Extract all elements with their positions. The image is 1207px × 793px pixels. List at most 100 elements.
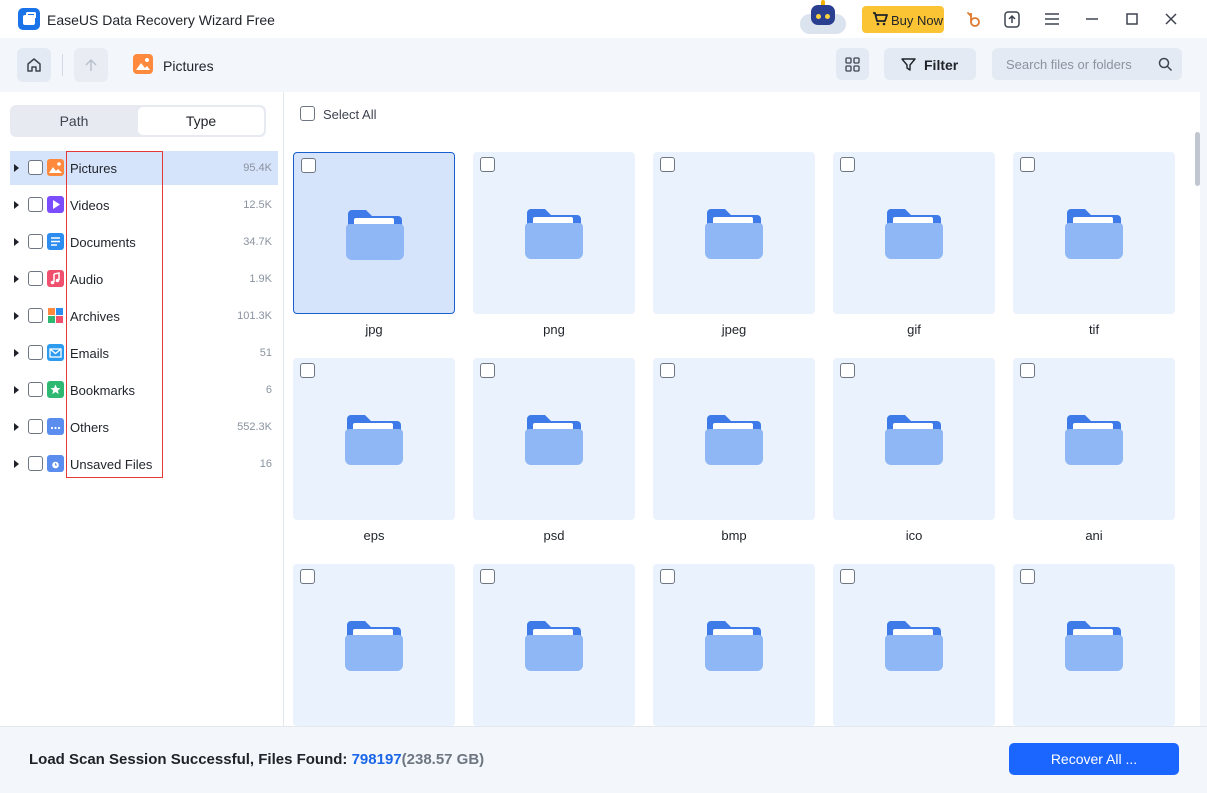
expand-caret-icon[interactable] <box>14 386 19 394</box>
folder-icon <box>1063 411 1125 467</box>
folder-icon <box>883 617 945 673</box>
file-type-tile[interactable] <box>293 358 455 520</box>
category-checkbox[interactable] <box>28 197 43 212</box>
sidebar-item-unsaved-files[interactable]: Unsaved Files 16 <box>10 447 278 481</box>
close-icon[interactable] <box>1160 8 1182 30</box>
file-type-tile[interactable] <box>833 152 995 314</box>
file-type-tile[interactable] <box>1013 152 1175 314</box>
tile-checkbox[interactable] <box>840 157 855 172</box>
tile-checkbox[interactable] <box>480 363 495 378</box>
category-checkbox[interactable] <box>28 234 43 249</box>
tab-type[interactable]: Type <box>138 107 264 135</box>
file-type-tile[interactable] <box>473 152 635 314</box>
tile-checkbox[interactable] <box>840 569 855 584</box>
sidebar-item-count: 1.9K <box>249 273 272 285</box>
expand-caret-icon[interactable] <box>14 423 19 431</box>
category-checkbox[interactable] <box>28 419 43 434</box>
view-toggle-button[interactable] <box>836 48 869 80</box>
tile-checkbox[interactable] <box>1020 157 1035 172</box>
minimize-icon[interactable] <box>1081 8 1103 30</box>
sidebar-item-videos[interactable]: Videos 12.5K <box>10 188 278 222</box>
sidebar-item-pictures[interactable]: Pictures 95.4K <box>10 151 278 185</box>
tab-path[interactable]: Path <box>12 107 136 135</box>
category-checkbox[interactable] <box>28 271 43 286</box>
folder-icon <box>703 617 765 673</box>
documents-icon <box>47 233 64 250</box>
category-checkbox[interactable] <box>28 456 43 471</box>
maximize-icon[interactable] <box>1121 8 1143 30</box>
file-type-tile[interactable] <box>1013 358 1175 520</box>
upload-icon[interactable] <box>1001 8 1023 30</box>
file-type-tile[interactable] <box>653 564 815 726</box>
view-mode-tabs: Path Type <box>10 105 266 137</box>
file-type-tile[interactable] <box>833 358 995 520</box>
feedback-icon[interactable] <box>962 8 984 30</box>
ai-assistant-icon[interactable] <box>800 0 846 34</box>
tile-checkbox[interactable] <box>660 157 675 172</box>
file-type-tile[interactable] <box>1013 564 1175 726</box>
sidebar-item-audio[interactable]: Audio 1.9K <box>10 262 278 296</box>
expand-caret-icon[interactable] <box>14 164 19 172</box>
sidebar-item-count: 16 <box>259 458 272 470</box>
tile-checkbox[interactable] <box>301 158 316 173</box>
breadcrumb[interactable]: Pictures <box>163 58 214 74</box>
folder-icon <box>1063 617 1125 673</box>
tile-checkbox[interactable] <box>660 569 675 584</box>
tile-checkbox[interactable] <box>480 569 495 584</box>
category-checkbox[interactable] <box>28 345 43 360</box>
buy-now-label: Buy Now <box>891 13 944 28</box>
file-type-tile[interactable] <box>653 152 815 314</box>
tile-checkbox[interactable] <box>1020 569 1035 584</box>
expand-caret-icon[interactable] <box>14 275 19 283</box>
sidebar-item-count: 34.7K <box>243 236 272 248</box>
sidebar-item-label: Emails <box>70 346 110 361</box>
file-type-label: jpeg <box>721 322 747 337</box>
file-type-tile[interactable] <box>653 358 815 520</box>
others-icon <box>47 418 64 435</box>
tile-checkbox[interactable] <box>480 157 495 172</box>
file-type-tile[interactable] <box>293 564 455 726</box>
category-checkbox[interactable] <box>28 382 43 397</box>
up-button[interactable] <box>74 48 108 82</box>
tile-checkbox[interactable] <box>1020 363 1035 378</box>
menu-icon[interactable] <box>1041 8 1063 30</box>
folder-icon <box>703 411 765 467</box>
filter-button[interactable]: Filter <box>884 48 976 80</box>
home-button[interactable] <box>17 48 51 82</box>
select-all-label: Select All <box>323 107 377 122</box>
buy-now-button[interactable]: Buy Now <box>862 6 944 33</box>
file-type-tile[interactable] <box>473 358 635 520</box>
expand-caret-icon[interactable] <box>14 238 19 246</box>
sidebar-item-others[interactable]: Others 552.3K <box>10 410 278 444</box>
recover-all-button[interactable]: Recover All ... <box>1009 743 1179 775</box>
sidebar-item-count: 101.3K <box>237 310 272 322</box>
tile-checkbox[interactable] <box>660 363 675 378</box>
scrollbar-track[interactable] <box>1200 92 1207 726</box>
category-checkbox[interactable] <box>28 160 43 175</box>
sidebar-item-archives[interactable]: Archives 101.3K <box>10 299 278 333</box>
sidebar-item-label: Unsaved Files <box>70 457 153 472</box>
tile-checkbox[interactable] <box>840 363 855 378</box>
select-all-checkbox[interactable] <box>300 106 315 121</box>
expand-caret-icon[interactable] <box>14 460 19 468</box>
arrow-up-icon <box>85 58 97 71</box>
file-type-tile[interactable] <box>833 564 995 726</box>
expand-caret-icon[interactable] <box>14 349 19 357</box>
folder-icon <box>344 206 406 262</box>
file-type-tile[interactable] <box>293 152 455 314</box>
category-checkbox[interactable] <box>28 308 43 323</box>
search-icon[interactable] <box>1158 57 1173 72</box>
file-type-label: gif <box>907 322 921 337</box>
app-title: EaseUS Data Recovery Wizard Free <box>47 12 275 28</box>
tile-checkbox[interactable] <box>300 363 315 378</box>
file-type-tile[interactable] <box>473 564 635 726</box>
search-input[interactable] <box>1000 48 1150 80</box>
sidebar-item-bookmarks[interactable]: Bookmarks 6 <box>10 373 278 407</box>
expand-caret-icon[interactable] <box>14 312 19 320</box>
tile-checkbox[interactable] <box>300 569 315 584</box>
filter-label: Filter <box>924 57 959 73</box>
sidebar-item-emails[interactable]: Emails 51 <box>10 336 278 370</box>
sidebar-item-documents[interactable]: Documents 34.7K <box>10 225 278 259</box>
expand-caret-icon[interactable] <box>14 201 19 209</box>
scrollbar-thumb[interactable] <box>1195 132 1200 186</box>
